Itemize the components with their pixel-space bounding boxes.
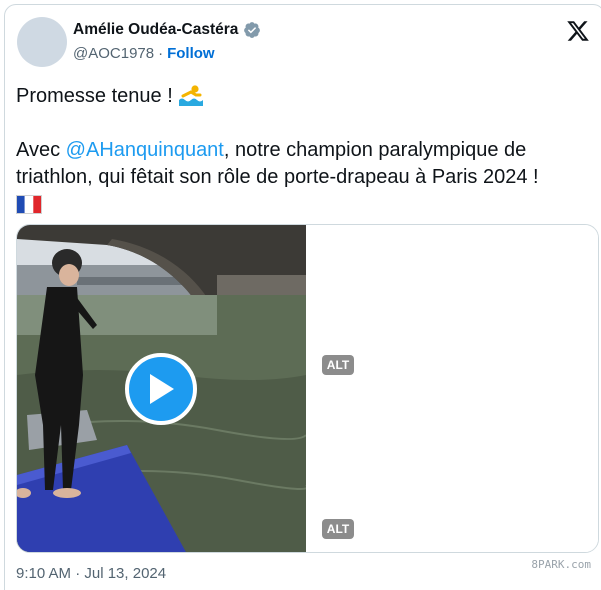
video-player[interactable]	[17, 225, 306, 552]
tweet-line-2-prefix: Avec	[16, 139, 66, 161]
author-name[interactable]: Amélie Oudéa-Castéra	[73, 21, 238, 39]
avatar[interactable]	[17, 17, 67, 67]
watermark: 8PARK.com	[531, 558, 591, 571]
alt-badge[interactable]: ALT	[322, 519, 354, 539]
media-container: ALT ALT	[16, 224, 599, 553]
tweet-card: Amélie Oudéa-Castéra @AOC1978 · Follow P…	[4, 4, 601, 590]
media-secondary-pane	[307, 225, 598, 552]
mention-link[interactable]: @AHanquinquant	[66, 139, 224, 161]
follow-button[interactable]: Follow	[167, 45, 215, 62]
author-name-row: Amélie Oudéa-Castéra	[73, 21, 261, 39]
verified-badge-icon	[244, 22, 261, 38]
alt-badge[interactable]: ALT	[322, 355, 354, 375]
handle-separator: ·	[158, 45, 164, 62]
play-icon	[150, 374, 174, 404]
author-handle[interactable]: @AOC1978	[73, 45, 154, 62]
play-button[interactable]	[125, 353, 197, 425]
timestamp[interactable]: 9:10 AM · Jul 13, 2024	[16, 565, 166, 582]
tweet-line-1: Promesse tenue !	[16, 85, 179, 107]
france-flag-emoji	[16, 195, 42, 214]
tweet-text: Promesse tenue ! Avec @AHanquinquant, no…	[16, 83, 586, 218]
handle-row: @AOC1978 · Follow	[73, 45, 215, 62]
swimmer-emoji	[179, 85, 204, 106]
x-logo-icon[interactable]	[566, 19, 590, 43]
